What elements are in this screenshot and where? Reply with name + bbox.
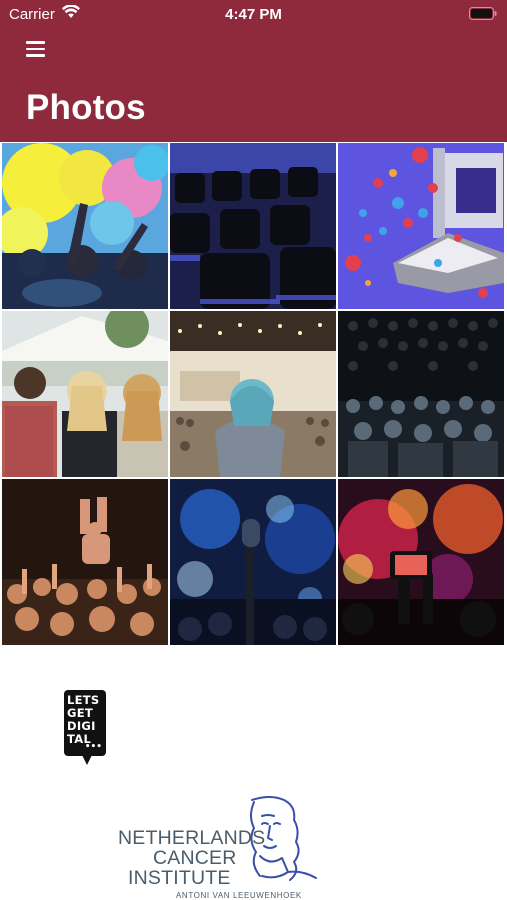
photo-tile-microphone-stage[interactable]	[170, 479, 336, 645]
nki-name-line2: CANCER	[153, 847, 237, 869]
hamburger-menu-icon[interactable]	[26, 41, 48, 61]
photo-tile-phone-recording[interactable]	[338, 479, 504, 645]
clock-time: 4:47 PM	[225, 6, 282, 23]
page-title: Photos	[26, 88, 146, 127]
photo-tile-conference-hall[interactable]	[170, 311, 336, 477]
photo-tile-festival-audience[interactable]	[2, 311, 168, 477]
status-bar: Carrier 4:47 PM	[0, 0, 507, 28]
nki-name-line3: INSTITUTE	[128, 867, 231, 889]
photo-grid	[2, 143, 504, 646]
battery-icon	[469, 7, 497, 20]
photo-tile-hands-up-crowd[interactable]	[2, 479, 168, 645]
speech-tail-icon	[82, 755, 92, 765]
ellipsis-icon: •••	[84, 742, 102, 752]
nki-subtitle: ANTONI VAN LEEUWENHOEK	[176, 891, 302, 900]
photo-tile-dark-audience[interactable]	[338, 311, 504, 477]
nki-name-line1: NETHERLANDS	[118, 827, 266, 849]
nki-logo: NETHERLANDS CANCER INSTITUTE ANTONI VAN …	[118, 796, 328, 900]
navigation-header: Carrier 4:47 PM Photos	[0, 0, 507, 142]
photo-tile-powder-festival[interactable]	[2, 143, 168, 309]
photo-tile-auditorium-seats[interactable]	[170, 143, 336, 309]
letsgetdigital-logo: LETS GET DIGI TAL •••	[64, 690, 106, 770]
photo-tile-social-reactions[interactable]	[338, 143, 504, 309]
